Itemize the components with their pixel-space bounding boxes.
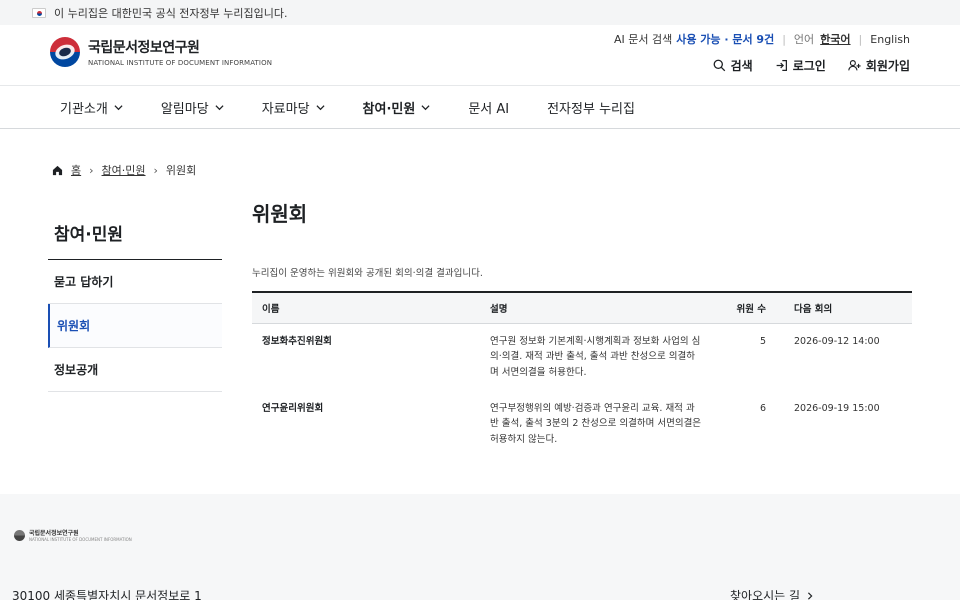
- page-description: 누리집이 운영하는 위원회와 공개된 회의·의결 결과입니다.: [252, 268, 483, 279]
- committee-table: 이름 설명 위원 수 다음 회의 정보화추진위원회 연구원 정보화 기본계획·시…: [252, 291, 912, 458]
- nav-label: 참여·민원: [362, 101, 416, 117]
- main-content: 위원회 누리집이 운영하는 위원회와 공개된 회의·의결 결과입니다. 이름 설…: [252, 198, 912, 458]
- table-header-row: 이름 설명 위원 수 다음 회의: [252, 292, 912, 323]
- main-nav: 기관소개 알림마당 자료마당 참여·민원 문서 AI 전자정부 누리집: [0, 85, 960, 129]
- add-user-icon: [848, 60, 861, 71]
- chevron-right-icon: ›: [89, 163, 94, 177]
- footer-address: 30100 세종특별자치시 문서정보로 1: [12, 589, 202, 600]
- search-label: 검색: [730, 59, 753, 73]
- column-header-next-meeting: 다음 회의: [794, 303, 833, 315]
- logo-name-ko: 국립문서정보연구원: [88, 40, 200, 56]
- committee-description: 연구부정행위의 예방·검증과 연구윤리 교육. 재적 과반 출석, 출석 3분의…: [490, 402, 702, 445]
- nav-label: 기관소개: [60, 101, 108, 117]
- site-footer: 국립문서정보연구원 NATIONAL INSTITUTE OF DOCUMENT…: [0, 494, 960, 600]
- chevron-down-icon: [114, 104, 123, 110]
- header-actions: 검색 로그인 회원가입: [713, 57, 910, 74]
- committee-name: 연구윤리위원회: [262, 402, 324, 414]
- column-header-members: 위원 수: [736, 303, 766, 315]
- emblem-icon: [14, 529, 25, 541]
- ai-search-status[interactable]: 사용 가능 · 문서 9건: [676, 31, 774, 47]
- divider: |: [858, 32, 863, 46]
- side-menu-title: 참여·민원: [48, 220, 222, 260]
- login-icon: [776, 60, 787, 71]
- chevron-down-icon: [421, 104, 430, 110]
- emblem-icon: [50, 37, 80, 67]
- side-menu: 참여·민원 묻고 답하기 위원회 정보공개: [48, 220, 222, 392]
- directions-label: 찾아오시는 길: [730, 589, 801, 600]
- nav-item-egov[interactable]: 전자정부 누리집: [547, 98, 635, 117]
- nav-label: 알림마당: [160, 101, 209, 117]
- login-button[interactable]: 로그인: [775, 57, 826, 74]
- side-item-committee[interactable]: 위원회: [48, 304, 222, 348]
- login-label: 로그인: [792, 59, 826, 73]
- taegukgi-flag-icon: [32, 7, 46, 18]
- chevron-down-icon: [315, 104, 325, 110]
- signup-button[interactable]: 회원가입: [848, 57, 910, 74]
- committee-name: 정보화추진위원회: [262, 335, 332, 347]
- site-logo[interactable]: 국립문서정보연구원 NATIONAL INSTITUTE OF DOCUMENT…: [50, 37, 272, 67]
- utility-bar: AI 문서 검색 사용 가능 · 문서 9건 | 언어 한국어 | Englis…: [614, 31, 910, 47]
- column-header-name: 이름: [262, 303, 280, 315]
- nav-item-about[interactable]: 기관소개: [60, 98, 123, 117]
- committee-members: 5: [759, 335, 766, 347]
- nav-item-resources[interactable]: 자료마당: [262, 98, 325, 117]
- side-item-qna[interactable]: 묻고 답하기: [48, 260, 222, 304]
- gov-banner: 이 누리집은 대한민국 공식 전자정부 누리집입니다.: [0, 0, 960, 25]
- page-title: 위원회: [252, 202, 308, 226]
- breadcrumb-home[interactable]: 홈: [71, 162, 81, 178]
- language-korean[interactable]: 한국어: [820, 31, 850, 47]
- logo-name-en: NATIONAL INSTITUTE OF DOCUMENT INFORMATI…: [88, 59, 273, 67]
- side-item-disclosure[interactable]: 정보공개: [48, 348, 222, 392]
- nav-label: 전자정부 누리집: [547, 101, 635, 117]
- footer-logo-name-en: NATIONAL INSTITUTE OF DOCUMENT INFORMATI…: [29, 537, 132, 542]
- breadcrumb-section[interactable]: 참여·민원: [102, 162, 146, 178]
- nav-label: 문서 AI: [468, 101, 510, 117]
- breadcrumb-current: 위원회: [165, 164, 197, 177]
- table-row: 정보화추진위원회 연구원 정보화 기본계획·시행계획과 정보화 사업의 심의·의…: [252, 323, 912, 391]
- search-button[interactable]: 검색: [713, 57, 753, 74]
- divider: |: [782, 32, 786, 46]
- column-header-desc: 설명: [490, 303, 508, 315]
- nav-item-document-ai[interactable]: 문서 AI: [468, 98, 509, 117]
- search-icon: [713, 59, 725, 72]
- directions-link[interactable]: 찾아오시는 길: [730, 587, 814, 600]
- gov-banner-text: 이 누리집은 대한민국 공식 전자정부 누리집입니다.: [54, 6, 288, 20]
- signup-label: 회원가입: [865, 59, 910, 73]
- language-english[interactable]: English: [870, 33, 910, 46]
- breadcrumb: 홈 › 참여·민원 › 위원회: [52, 162, 196, 178]
- nav-label: 자료마당: [261, 101, 310, 117]
- table-row: 연구윤리위원회 연구부정행위의 예방·검증과 연구윤리 교육. 재적 과반 출석…: [252, 391, 912, 458]
- home-icon: [52, 165, 63, 175]
- nav-item-participation[interactable]: 참여·민원: [363, 98, 431, 117]
- committee-description: 연구원 정보화 기본계획·시행계획과 정보화 사업의 심의·의결. 재적 과반 …: [490, 335, 701, 378]
- committee-members: 6: [759, 402, 766, 414]
- chevron-down-icon: [215, 104, 224, 110]
- ai-search-label: AI 문서 검색: [613, 33, 673, 46]
- nav-item-notices[interactable]: 알림마당: [161, 98, 224, 117]
- footer-logo-name-ko: 국립문서정보연구원: [29, 530, 79, 537]
- chevron-right-icon: ›: [153, 163, 158, 177]
- language-label: 언어: [793, 33, 815, 46]
- chevron-right-icon: [808, 591, 813, 600]
- committee-next-meeting: 2026-09-19 15:00: [794, 402, 880, 414]
- footer-logo: 국립문서정보연구원 NATIONAL INSTITUTE OF DOCUMENT…: [14, 528, 132, 542]
- committee-next-meeting: 2026-09-12 14:00: [794, 335, 880, 347]
- site-header: 국립문서정보연구원 NATIONAL INSTITUTE OF DOCUMENT…: [0, 25, 960, 85]
